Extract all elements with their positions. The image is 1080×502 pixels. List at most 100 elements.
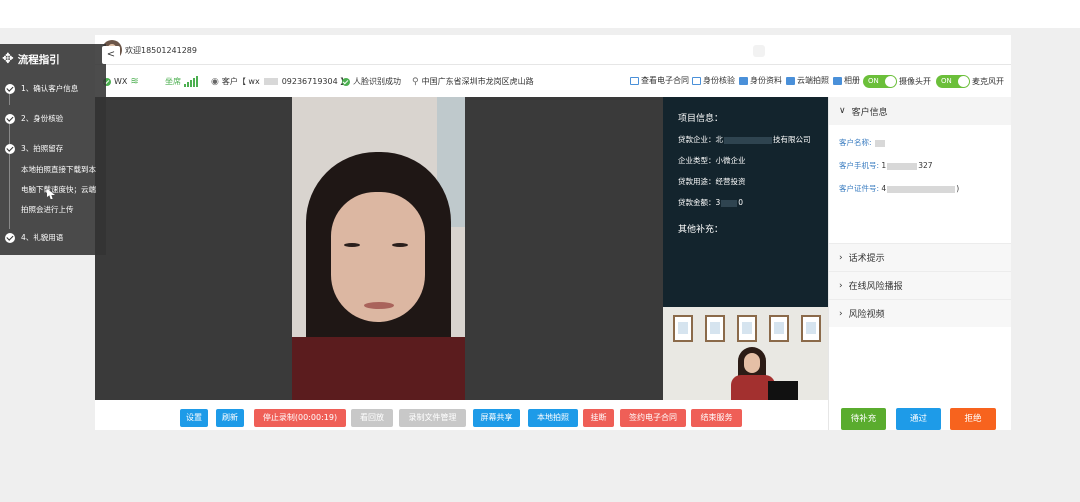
identity-verify-button[interactable]: 身份核验 — [692, 75, 735, 86]
section-risk-broadcast[interactable]: › 在线风险播报 — [829, 271, 1011, 299]
wifi-icon: ≋ — [130, 76, 139, 87]
main-frame: 欢迎18501241289 WX ≋ 坐席 ◉ 客户【 wx 092367193… — [95, 35, 1011, 430]
signal-label: 坐席 — [165, 77, 181, 86]
guide-title: 流程指引 — [17, 53, 60, 66]
mic-toggle-label: 麦克风开 — [972, 77, 1004, 86]
folder-icon — [739, 76, 748, 85]
guide-step-1[interactable]: 1、确认客户信息 — [5, 83, 78, 94]
guide-note-line-2: 电脑下载速度快；云端 — [21, 185, 96, 194]
playback-button[interactable]: 看回放 — [351, 409, 393, 427]
welcome-bar: 欢迎18501241289 — [95, 35, 1011, 65]
identity-verify-label: 身份核验 — [703, 76, 735, 85]
id-card-icon — [692, 76, 701, 85]
view-contract-button[interactable]: 查看电子合同 — [630, 75, 689, 86]
view-contract-label: 查看电子合同 — [641, 76, 689, 85]
loan-usage: 贷款用途：经营投资 — [678, 177, 746, 186]
chevron-down-icon: ∨ — [839, 106, 846, 116]
stop-recording-button[interactable]: 停止录制(00:00:19) — [254, 409, 346, 427]
face-status: 人脸识别成功 — [342, 76, 401, 87]
customer-phone-suffix: 327 — [918, 161, 933, 170]
cloud-photo-button[interactable]: 云端拍照 — [786, 75, 829, 86]
end-service-button[interactable]: 结束服务 — [691, 409, 742, 427]
section-script-tips-label: 话术提示 — [848, 254, 885, 264]
wall-certificate — [705, 315, 725, 342]
step-connector — [9, 124, 10, 144]
status-bar: WX ≋ 坐席 ◉ 客户【 wx 09236719304 】 人脸识别成功 ⚲ … — [95, 70, 1011, 92]
chevron-right-icon: › — [839, 280, 843, 291]
local-video — [663, 307, 828, 400]
section-script-tips[interactable]: › 话术提示 — [829, 243, 1011, 271]
album-button[interactable]: 相册 — [833, 75, 860, 86]
company-type: 企业类型：小微企业 — [678, 156, 746, 165]
identity-materials-label: 身份资料 — [750, 76, 782, 85]
guide-step-3[interactable]: 3、拍照留存 — [5, 143, 63, 154]
customer-info-title: 客户信息 — [851, 107, 888, 118]
agent-laptop — [768, 381, 798, 400]
loan-company: 贷款企业：北 技有限公司 — [678, 134, 828, 145]
customer-tail: 09236719304 】 — [281, 77, 349, 86]
video-area: 项目信息： 贷款企业：北 技有限公司 企业类型：小微企业 贷款用途：经营投资 贷款… — [95, 97, 828, 400]
document-icon — [630, 76, 639, 85]
album-label: 相册 — [844, 76, 860, 85]
guide-step-2-label: 2、身份核验 — [21, 114, 64, 123]
loan-company-prefix: 贷款企业：北 — [678, 135, 723, 144]
customer-label: 客户【 wx — [221, 77, 260, 86]
bottom-toolbar: 设置 刷新 停止录制(00:00:19) 看回放 录制文件管理 屏幕共享 本地拍… — [95, 400, 828, 430]
wall-certificate — [769, 315, 789, 342]
section-risk-broadcast-label: 在线风险播报 — [848, 282, 903, 292]
check-icon — [342, 77, 350, 86]
guide-step-1-label: 1、确认客户信息 — [21, 84, 79, 93]
masked-amount — [721, 199, 738, 207]
masked-phone — [887, 162, 918, 170]
face-status-text: 人脸识别成功 — [353, 77, 401, 86]
pending-button[interactable]: 待补充 — [841, 408, 886, 430]
settings-button[interactable]: 设置 — [180, 409, 208, 427]
image-icon — [833, 76, 842, 85]
agent-face — [744, 353, 760, 373]
loan-amount-prefix: 贷款金额：3 — [678, 198, 721, 207]
project-info-title: 项目信息： — [678, 114, 724, 124]
project-info-panel: 项目信息： 贷款企业：北 技有限公司 企业类型：小微企业 贷款用途：经营投资 贷款… — [663, 97, 828, 307]
customer-id-prefix: 4 — [881, 184, 887, 193]
customer-info-header[interactable]: ∨ 客户信息 — [829, 97, 1011, 125]
masked-id-number — [887, 185, 956, 193]
mic-toggle[interactable]: ON 麦克风开 — [936, 75, 1004, 88]
sign-contract-button[interactable]: 签约电子合同 — [620, 409, 686, 427]
loan-amount: 贷款金额：3 0 — [678, 197, 828, 208]
wx-status: WX ≋ — [103, 76, 139, 87]
customer-status: ◉ 客户【 wx 09236719304 】 — [211, 76, 348, 87]
camera-toggle-label: 摄像头开 — [899, 77, 931, 86]
reject-button[interactable]: 拒绝 — [950, 408, 996, 430]
record-files-button[interactable]: 录制文件管理 — [399, 409, 466, 427]
video-person-mouth — [364, 302, 394, 309]
guide-header[interactable]: ✥ 流程指引 — [0, 44, 106, 74]
guide-step-4[interactable]: 4、礼貌用语 — [5, 232, 63, 243]
refresh-button[interactable]: 刷新 — [216, 409, 244, 427]
move-icon[interactable]: ✥ — [2, 51, 14, 67]
video-person-body — [292, 337, 465, 400]
identity-materials-button[interactable]: 身份资料 — [739, 75, 782, 86]
customer-id-suffix: ) — [956, 184, 960, 193]
loan-amount-suffix: 0 — [738, 198, 744, 207]
hangup-button[interactable]: 挂断 — [583, 409, 614, 427]
wall-certificate — [673, 315, 693, 342]
video-person-eye — [392, 243, 408, 247]
remote-video — [292, 97, 465, 400]
camera-toggle-switch[interactable]: ON — [863, 75, 897, 88]
section-risk-video-label: 风险视频 — [848, 310, 885, 320]
camera-icon — [786, 76, 795, 85]
guide-step-2[interactable]: 2、身份核验 — [5, 113, 63, 124]
camera-toggle[interactable]: ON 摄像头开 — [863, 75, 931, 88]
cloud-photo-label: 云端拍照 — [797, 76, 829, 85]
customer-phone-row: 客户手机号: 1 327 — [839, 160, 1011, 171]
section-risk-video[interactable]: › 风险视频 — [829, 299, 1011, 327]
loading-icon — [753, 45, 765, 57]
collapse-button[interactable]: < — [102, 46, 120, 64]
screen-share-button[interactable]: 屏幕共享 — [473, 409, 520, 427]
local-photo-button[interactable]: 本地拍照 — [528, 409, 578, 427]
signal-status: 坐席 — [165, 75, 198, 87]
chevron-right-icon: › — [839, 308, 843, 319]
masked-company — [724, 136, 772, 144]
pass-button[interactable]: 通过 — [896, 408, 941, 430]
mic-toggle-switch[interactable]: ON — [936, 75, 970, 88]
